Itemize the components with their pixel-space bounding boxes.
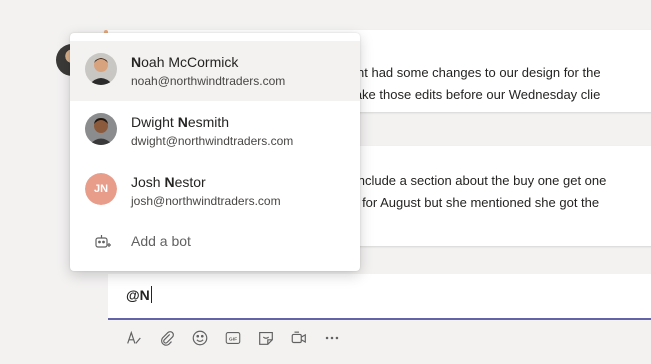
bot-add-icon [93, 232, 113, 252]
compose-box[interactable]: @N [108, 274, 651, 320]
compose-toolbar: GIF [122, 326, 344, 350]
message-text-line: lient had some changes to our design for… [344, 65, 601, 80]
mention-suggestion-item[interactable]: Noah McCormick noah@northwindtraders.com [70, 41, 360, 101]
format-icon[interactable] [122, 326, 146, 350]
emoji-icon[interactable] [188, 326, 212, 350]
avatar [85, 53, 117, 85]
mention-suggestion-item[interactable]: JN Josh Nestor josh@northwindtraders.com [70, 161, 360, 221]
mention-suggestion-item[interactable]: Dwight Nesmith dwight@northwindtraders.c… [70, 101, 360, 161]
more-options-icon[interactable] [320, 326, 344, 350]
suggestion-name: Noah McCormick [131, 54, 239, 70]
gif-icon[interactable]: GIF [221, 326, 245, 350]
svg-text:GIF: GIF [229, 336, 237, 342]
avatar-initials: JN [85, 173, 117, 205]
message-text-line: o include a section about the buy one ge… [344, 173, 607, 188]
add-bot-option[interactable]: Add a bot [70, 223, 360, 263]
suggestion-name: Dwight Nesmith [131, 114, 230, 130]
avatar [85, 113, 117, 145]
meet-now-icon[interactable] [287, 326, 311, 350]
add-bot-label: Add a bot [131, 233, 191, 249]
compose-input[interactable]: @N [126, 286, 152, 303]
avatar: JN [85, 173, 117, 205]
suggestion-email: josh@northwindtraders.com [131, 194, 281, 208]
sticker-icon[interactable] [254, 326, 278, 350]
suggestion-name: Josh Nestor [131, 174, 206, 190]
mention-suggestions-popup: Noah McCormick noah@northwindtraders.com… [70, 33, 360, 271]
suggestion-email: dwight@northwindtraders.com [131, 134, 294, 148]
suggestion-email: noah@northwindtraders.com [131, 74, 286, 88]
attach-icon[interactable] [155, 326, 179, 350]
compose-input-text: @N [126, 287, 150, 303]
message-text-line: make those edits before our Wednesday cl… [344, 87, 601, 102]
message-text-line: ed for August but she mentioned she got … [344, 195, 600, 210]
text-caret [150, 286, 152, 303]
